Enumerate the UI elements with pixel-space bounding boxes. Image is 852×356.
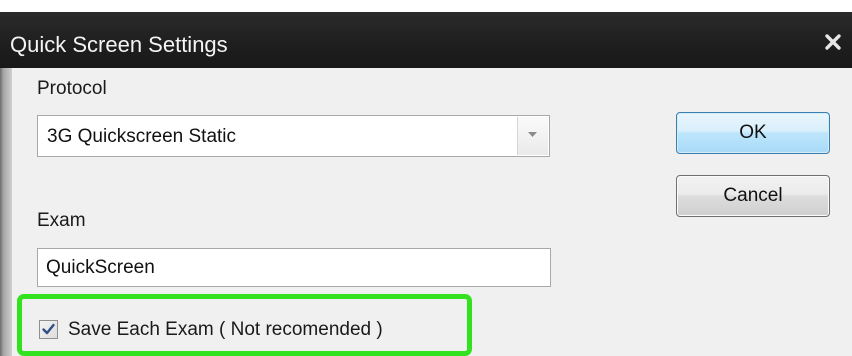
exam-input[interactable] (46, 256, 536, 280)
window-left-border (0, 68, 12, 356)
title-bar[interactable]: Quick Screen Settings (0, 12, 852, 68)
exam-label: Exam (37, 210, 86, 231)
save-each-exam-checkbox[interactable] (39, 320, 58, 339)
save-each-exam-label[interactable]: Save Each Exam ( Not recomended ) (68, 319, 383, 341)
close-button[interactable] (820, 28, 846, 56)
protocol-dropdown[interactable]: 3G Quickscreen Static (37, 115, 550, 157)
ok-button[interactable]: OK (676, 112, 830, 154)
protocol-selected-value: 3G Quickscreen Static (47, 126, 237, 147)
cancel-button[interactable]: Cancel (676, 175, 830, 217)
dialog-content: Protocol 3G Quickscreen Static Exam OK C… (12, 68, 852, 356)
window-title: Quick Screen Settings (10, 32, 228, 57)
protocol-dropdown-button[interactable] (517, 117, 548, 155)
protocol-label: Protocol (37, 78, 107, 99)
chevron-down-icon (528, 132, 537, 137)
exam-field[interactable] (37, 248, 551, 287)
checkmark-icon (42, 323, 55, 335)
close-icon (825, 34, 841, 50)
screen: Quick Screen Settings Protocol 3G Quicks… (0, 0, 852, 356)
quick-screen-settings-dialog: Quick Screen Settings Protocol 3G Quicks… (0, 12, 852, 356)
